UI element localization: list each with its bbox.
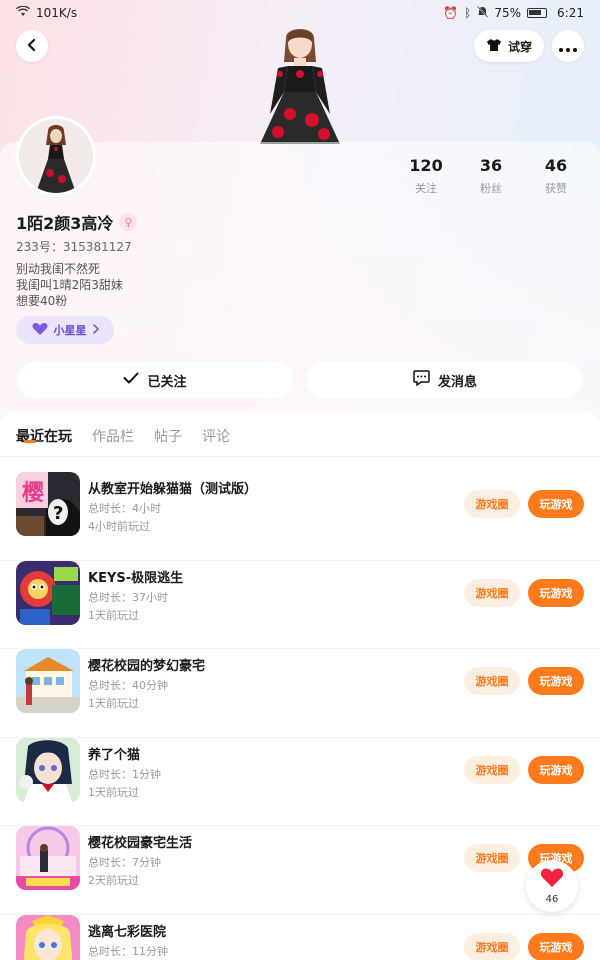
- game-name: 从教室开始躲猫猫（测试版）: [88, 482, 258, 497]
- battery-icon: [527, 8, 548, 18]
- play-game-button[interactable]: 玩游戏: [528, 578, 584, 607]
- stat-label: 获赞: [545, 182, 567, 195]
- clock: 6:21: [557, 6, 584, 20]
- game-icon[interactable]: [16, 914, 80, 960]
- profile-stats: 120 关注 36 粉丝 46 获赞: [396, 156, 586, 196]
- game-icon[interactable]: [16, 560, 80, 625]
- game-circle-button[interactable]: 游戏圈: [464, 578, 520, 607]
- bluetooth-icon: ᛒ: [464, 6, 472, 20]
- game-play-duration: 总时长：4小时: [88, 502, 161, 515]
- game-circle-button[interactable]: 游戏圈: [464, 490, 520, 518]
- game-circle-button[interactable]: 游戏圈: [464, 932, 520, 960]
- game-last-played: 2天前玩过: [88, 874, 139, 887]
- try-on-label: 试穿: [507, 39, 532, 54]
- stat-likes[interactable]: 46 获赞: [526, 156, 586, 196]
- stat-value: 36: [479, 156, 503, 175]
- ellipsis-icon: [559, 37, 577, 56]
- network-speed: 101K/s: [36, 6, 78, 20]
- chevron-left-icon: [25, 37, 39, 56]
- game-name: 养了个猫: [88, 747, 141, 763]
- game-list-item[interactable]: 逃离七彩医院 总时长：11分钟 游戏圈 玩游戏: [0, 914, 600, 960]
- heart-icon: [540, 867, 564, 892]
- bio-line: 想要40粉: [16, 294, 68, 308]
- play-game-button[interactable]: 玩游戏: [528, 932, 584, 960]
- wifi-icon: [16, 5, 30, 20]
- recent-games-list: 樱 ? 从教室开始躲猫猫（测试版） 总时长：4小时 4小时前玩过 游戏圈 玩游戏: [0, 472, 600, 960]
- message-icon: [413, 370, 430, 390]
- game-icon[interactable]: [16, 737, 80, 802]
- stat-followers[interactable]: 36 粉丝: [461, 156, 521, 196]
- tab-comments[interactable]: 评论: [202, 426, 230, 446]
- stat-value: 46: [544, 156, 568, 175]
- game-name: 樱花校园的梦幻豪宅: [88, 659, 206, 674]
- game-circle-button[interactable]: 游戏圈: [464, 667, 520, 695]
- play-game-button[interactable]: 玩游戏: [528, 667, 584, 695]
- tshirt-icon: [486, 38, 502, 55]
- game-circle-button[interactable]: 游戏圈: [464, 844, 520, 872]
- battery-percent: 75%: [494, 6, 522, 20]
- game-list-item[interactable]: KEYS-极限逃生 总时长：37小时 1天前玩过 游戏圈 玩游戏: [0, 560, 600, 649]
- female-icon: ♀: [119, 213, 138, 231]
- game-play-duration: 总时长：7分钟: [88, 856, 161, 869]
- tab-posts[interactable]: 帖子: [154, 426, 182, 446]
- hero-character-image: [250, 22, 350, 144]
- badge-label: 小星星: [53, 324, 87, 337]
- like-floating-button[interactable]: 46: [526, 860, 578, 912]
- chevron-right-icon: [92, 323, 99, 337]
- try-on-button[interactable]: 试穿: [474, 30, 544, 62]
- game-name: 逃离七彩医院: [88, 924, 167, 940]
- active-tab-indicator: [24, 440, 36, 443]
- send-message-button[interactable]: 发消息: [307, 362, 583, 398]
- game-last-played: 1天前玩过: [88, 785, 139, 799]
- like-count: 46: [545, 894, 559, 905]
- game-list-item[interactable]: 樱花校园的梦幻豪宅 总时长：40分钟 1天前玩过 游戏圈 玩游戏: [0, 649, 600, 738]
- followed-button[interactable]: 已关注: [17, 362, 293, 398]
- nickname-row: 1陌2颜3高冷 ♀: [16, 210, 138, 234]
- send-message-label: 发消息: [437, 374, 477, 390]
- content-panel: 最近在玩 作品栏 帖子 评论 樱 ? 从教室开始躲猫猫（测试版） 总时长：4小时…: [0, 412, 600, 960]
- tab-recently-played[interactable]: 最近在玩: [16, 426, 72, 446]
- game-icon-text: 樱: [22, 480, 44, 506]
- game-play-duration: 总时长：11分钟: [88, 944, 168, 958]
- game-last-played: 1天前玩过: [88, 697, 139, 710]
- game-icon[interactable]: [16, 649, 80, 713]
- star-badge-chip[interactable]: 小星星: [16, 316, 114, 344]
- svg-text:?: ?: [53, 503, 63, 524]
- stat-label: 粉丝: [480, 182, 502, 195]
- play-game-button[interactable]: 玩游戏: [528, 755, 584, 784]
- followed-label: 已关注: [147, 374, 187, 390]
- game-list-item[interactable]: 樱花校园豪宅生活 总时长：7分钟 2天前玩过 游戏圈 玩游戏: [0, 826, 600, 915]
- heart-icon: [31, 322, 48, 339]
- more-options-button[interactable]: [552, 30, 584, 62]
- mute-icon: [477, 5, 489, 21]
- play-game-button[interactable]: 玩游戏: [528, 490, 584, 518]
- bio-line: 我闺叫1晴2陌3甜妹: [16, 278, 123, 292]
- divider: [0, 456, 600, 457]
- alarm-icon: ⏰: [443, 6, 459, 20]
- game-list-item[interactable]: 樱 ? 从教室开始躲猫猫（测试版） 总时长：4小时 4小时前玩过 游戏圈 玩游戏: [0, 472, 600, 561]
- back-button[interactable]: [16, 30, 48, 62]
- stat-label: 关注: [415, 182, 437, 195]
- stat-following[interactable]: 120 关注: [396, 156, 456, 196]
- game-play-duration: 总时长：1分钟: [88, 767, 161, 781]
- user-id: 233号：315381127: [16, 240, 132, 254]
- nickname: 1陌2颜3高冷: [16, 214, 114, 233]
- game-list-item[interactable]: 养了个猫 总时长：1分钟 1天前玩过 游戏圈 玩游戏: [0, 737, 600, 826]
- game-icon[interactable]: 樱 ?: [16, 472, 80, 536]
- game-play-duration: 总时长：37小时: [88, 590, 168, 604]
- checkmark-icon: [123, 372, 139, 388]
- bio: 别动我闺不然死 我闺叫1晴2陌3甜妹 想要40粉: [16, 261, 123, 309]
- game-play-duration: 总时长：40分钟: [88, 679, 168, 692]
- game-icon[interactable]: [16, 826, 80, 890]
- game-last-played: 1天前玩过: [88, 608, 139, 622]
- stat-value: 120: [409, 156, 443, 175]
- avatar[interactable]: [16, 116, 96, 196]
- game-circle-button[interactable]: 游戏圈: [464, 755, 520, 784]
- bio-line: 别动我闺不然死: [16, 262, 101, 276]
- tab-works[interactable]: 作品栏: [92, 426, 134, 446]
- game-name: 樱花校园豪宅生活: [88, 836, 193, 851]
- tab-bar: 最近在玩 作品栏 帖子 评论: [16, 426, 230, 446]
- game-name: KEYS-极限逃生: [88, 570, 184, 586]
- game-last-played: 4小时前玩过: [88, 520, 150, 533]
